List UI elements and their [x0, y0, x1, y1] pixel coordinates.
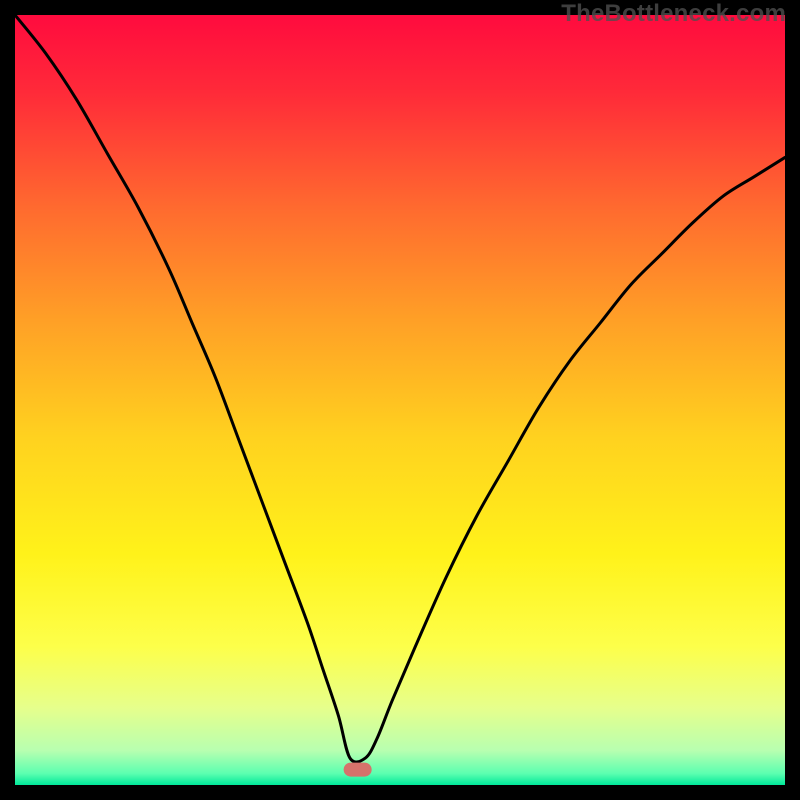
optimal-marker: [344, 763, 372, 777]
watermark-text: TheBottleneck.com: [561, 0, 786, 28]
plot-area: [15, 15, 785, 785]
chart-canvas: [15, 15, 785, 785]
chart-stage: TheBottleneck.com: [0, 0, 800, 800]
gradient-background: [15, 15, 785, 785]
